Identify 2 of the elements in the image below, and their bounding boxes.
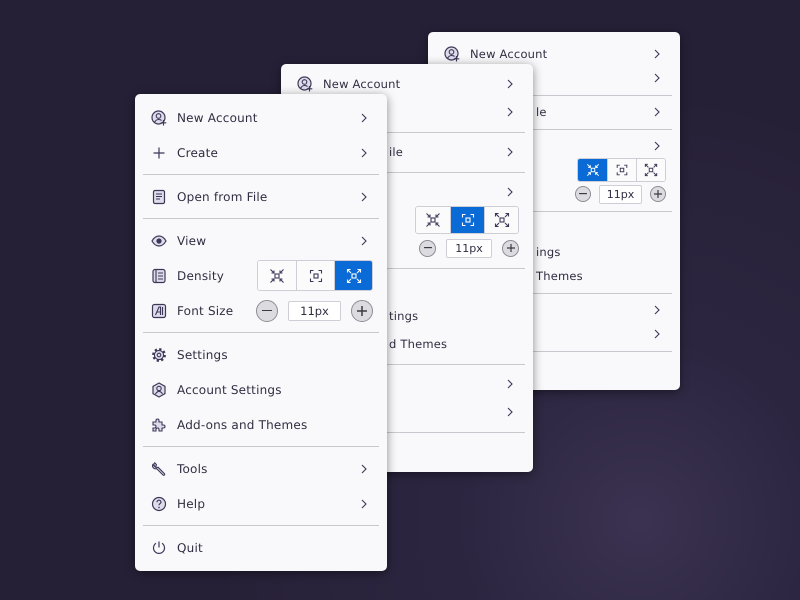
density-label: Density <box>177 268 224 282</box>
font-size-label: Font Size <box>177 304 234 318</box>
